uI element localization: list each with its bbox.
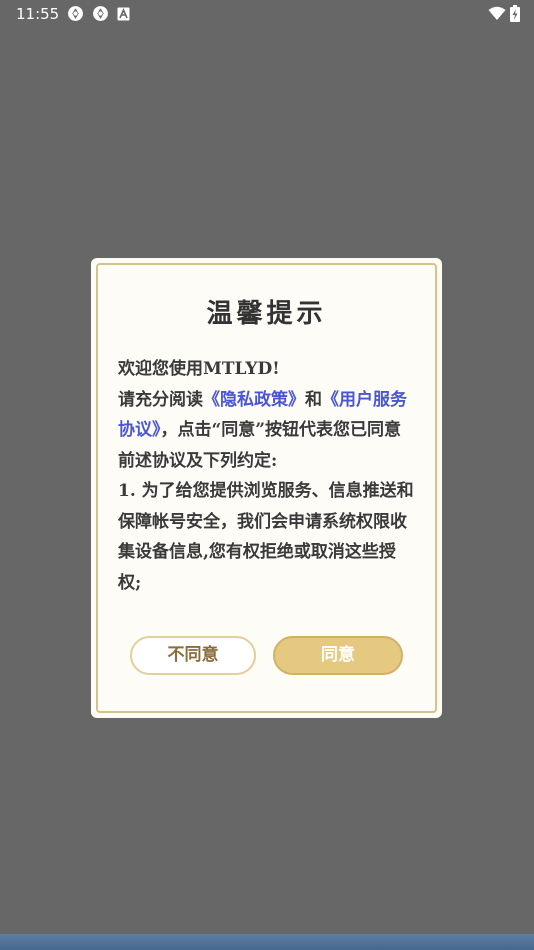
wifi-icon (488, 6, 506, 21)
notification-icons (67, 5, 130, 22)
dialog-title: 温馨提示 (206, 299, 327, 329)
navigation-bar (0, 934, 534, 950)
agree-button[interactable]: 同意 (273, 636, 403, 675)
status-time: 11:55 (16, 5, 60, 23)
read-prefix-text: 请充分阅读 (118, 389, 203, 410)
permission-item-text: 1. 为了给您提供浏览服务、信息推送和保障帐号安全，我们会申请系统权限收集设备信… (118, 481, 414, 593)
agreement-paragraph: 请充分阅读《隐私政策》和《用户服务协议》，点击“同意”按钮代表您已同意前述协议及… (118, 385, 416, 477)
system-icons (488, 5, 520, 22)
privacy-policy-link[interactable]: 《隐私政策》 (203, 390, 305, 410)
privacy-dialog: 温馨提示 欢迎您使用MTLYD! 请充分阅读《隐私政策》和《用户服务协议》，点击… (91, 258, 442, 718)
font-a-icon (117, 7, 130, 21)
and-text: 和 (305, 389, 322, 410)
sync-icon (92, 5, 109, 22)
battery-charging-icon (510, 5, 520, 22)
read-suffix-text: ，点击“同意”按钮代表您已同意前述协议及下列约定: (118, 420, 402, 471)
disagree-button[interactable]: 不同意 (130, 636, 256, 675)
sync-icon (67, 5, 84, 22)
dialog-body: 欢迎您使用MTLYD! 请充分阅读《隐私政策》和《用户服务协议》，点击“同意”按… (118, 354, 416, 598)
welcome-text: 欢迎您使用MTLYD! (118, 359, 280, 379)
status-bar: 11:55 (0, 0, 534, 28)
